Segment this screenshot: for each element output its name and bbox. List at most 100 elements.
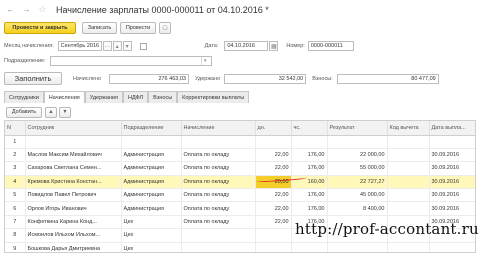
move-down-icon[interactable]: ▼: [59, 106, 71, 118]
table-row[interactable]: 9 Бошкова Дарья Дмитриевна Цех: [5, 242, 475, 252]
column-header[interactable]: Подразделение: [121, 121, 182, 136]
number-field[interactable]: 0000-000011: [307, 41, 354, 51]
table-cell[interactable]: 1: [5, 135, 26, 149]
tab-contributions[interactable]: Взносы: [148, 91, 178, 103]
post-button[interactable]: Провести: [120, 22, 156, 34]
table-cell[interactable]: 30.09.2016: [429, 148, 475, 163]
table-cell[interactable]: Цех: [121, 228, 182, 243]
table-row[interactable]: 5 Повидлов Павел Петрович Администрация Опл…: [5, 188, 475, 203]
checkbox[interactable]: [139, 42, 147, 50]
table-cell[interactable]: [429, 242, 475, 252]
move-up-icon[interactable]: ▲: [45, 106, 57, 118]
calendar-icon[interactable]: ▦: [269, 41, 279, 51]
chevron-down-icon[interactable]: ▾: [200, 57, 209, 65]
post-and-close-button[interactable]: Провести и закрыть: [4, 22, 76, 34]
table-cell[interactable]: Исмоилов Ильхом Ильхом...: [25, 228, 122, 243]
column-header[interactable]: чс.: [291, 121, 328, 136]
table-row[interactable]: 3 Сахарова Светлана Семен... Администрация…: [5, 161, 475, 176]
table-cell[interactable]: Цех: [121, 242, 182, 252]
column-header[interactable]: Дата выпла...: [429, 121, 475, 136]
column-header[interactable]: Сотрудник: [25, 121, 122, 136]
table-cell[interactable]: [429, 135, 475, 149]
table-cell[interactable]: Орлов Игорь Иванович: [25, 201, 122, 216]
table-row[interactable]: 2 Маслов Максим Михайлович Администрация Оп…: [5, 148, 475, 163]
table-cell[interactable]: 22,00: [255, 201, 292, 216]
favorite-star-icon[interactable]: ☆: [37, 4, 48, 15]
column-header[interactable]: Результат: [327, 121, 388, 136]
table-cell[interactable]: Конфеткина Карина Конд...: [25, 215, 122, 230]
table-cell[interactable]: 4: [5, 175, 26, 190]
table-cell[interactable]: 8 400,00: [327, 201, 388, 216]
table-cell[interactable]: [387, 135, 430, 149]
tab-payment-adjustments[interactable]: Корректировки выплаты: [177, 91, 250, 103]
table-cell[interactable]: 176,00: [291, 188, 328, 203]
table-cell[interactable]: Администрация: [121, 201, 182, 216]
table-cell[interactable]: 22,00: [255, 188, 292, 203]
table-cell[interactable]: 22 727,27: [327, 175, 388, 190]
table-cell[interactable]: [387, 242, 430, 252]
table-cell[interactable]: Оплата по окладу: [181, 201, 256, 216]
table-cell[interactable]: [255, 228, 292, 243]
month-field[interactable]: Сентябрь 2016: [57, 41, 102, 51]
table-cell[interactable]: 45 000,00: [327, 188, 388, 203]
table-cell[interactable]: 176,00: [291, 161, 328, 176]
table-cell[interactable]: Оплата по окладу: [181, 215, 256, 230]
table-cell[interactable]: Сахарова Светлана Семен...: [25, 161, 122, 176]
column-header[interactable]: N: [5, 121, 26, 136]
table-cell[interactable]: 22,00: [255, 148, 292, 163]
table-cell[interactable]: [387, 188, 430, 203]
table-cell[interactable]: [181, 228, 256, 243]
back-arrow-icon[interactable]: ←: [5, 4, 16, 15]
table-cell[interactable]: 3: [5, 161, 26, 176]
table-cell[interactable]: Оплата по окладу: [181, 161, 256, 176]
table-cell[interactable]: Оплата по окладу: [181, 175, 256, 190]
table-cell[interactable]: Администрация: [121, 188, 182, 203]
table-cell[interactable]: [387, 148, 430, 163]
table-cell[interactable]: Администрация: [121, 148, 182, 163]
table-cell[interactable]: 8: [5, 228, 26, 243]
table-cell[interactable]: 6: [5, 201, 26, 216]
table-cell[interactable]: [255, 242, 292, 252]
table-cell[interactable]: 30.09.2016: [429, 161, 475, 176]
month-picker-icon[interactable]: …: [102, 41, 112, 51]
forward-arrow-icon[interactable]: →: [21, 4, 32, 15]
table-cell[interactable]: 22 000,00: [327, 148, 388, 163]
table-cell[interactable]: 30.09.2016: [429, 175, 475, 190]
table-cell[interactable]: 5: [5, 188, 26, 203]
table-cell[interactable]: Кремова Кристина Констан...: [25, 175, 122, 190]
table-cell[interactable]: [25, 135, 122, 149]
table-cell[interactable]: Маслов Максим Михайлович: [25, 148, 122, 163]
table-cell[interactable]: 176,00: [291, 148, 328, 163]
table-cell[interactable]: Бошкова Дарья Дмитриевна: [25, 242, 122, 252]
table-cell[interactable]: 2: [5, 148, 26, 163]
table-cell[interactable]: Оплата по окладу: [181, 188, 256, 203]
table-cell[interactable]: [181, 135, 256, 149]
division-field[interactable]: ▾: [49, 56, 212, 66]
save-button[interactable]: Записать: [82, 22, 117, 34]
attach-icon[interactable]: ▢: [159, 22, 171, 34]
table-cell[interactable]: Повидлов Павел Петрович: [25, 188, 122, 203]
table-cell[interactable]: Администрация: [121, 175, 182, 190]
date-field[interactable]: 04.10.2016: [224, 41, 269, 51]
table-cell[interactable]: 22,00: [255, 161, 292, 176]
table-cell[interactable]: 9: [5, 242, 26, 252]
table-cell[interactable]: Администрация: [121, 161, 182, 176]
table-cell[interactable]: [327, 242, 388, 252]
table-cell[interactable]: [121, 135, 182, 149]
month-up-icon[interactable]: ▴: [112, 41, 122, 51]
table-row[interactable]: 1: [5, 135, 475, 149]
table-cell[interactable]: 22,00: [255, 215, 292, 230]
table-cell[interactable]: Оплата по окладу: [181, 148, 256, 163]
table-cell[interactable]: 30.09.2016: [429, 201, 475, 216]
table-cell[interactable]: [387, 175, 430, 190]
column-header[interactable]: Код вычета: [387, 121, 430, 136]
table-cell[interactable]: [291, 135, 328, 149]
table-row[interactable]: 6 Орлов Игорь Иванович Администрация Оплата…: [5, 201, 475, 216]
table-cell[interactable]: [181, 242, 256, 252]
tab-ndfl[interactable]: НДФЛ: [122, 91, 149, 103]
month-down-icon[interactable]: ▾: [122, 41, 132, 51]
table-cell[interactable]: [387, 161, 430, 176]
add-button[interactable]: Добавить: [6, 106, 42, 118]
tab-accruals[interactable]: Начисления: [43, 91, 85, 103]
table-cell[interactable]: [255, 135, 292, 149]
